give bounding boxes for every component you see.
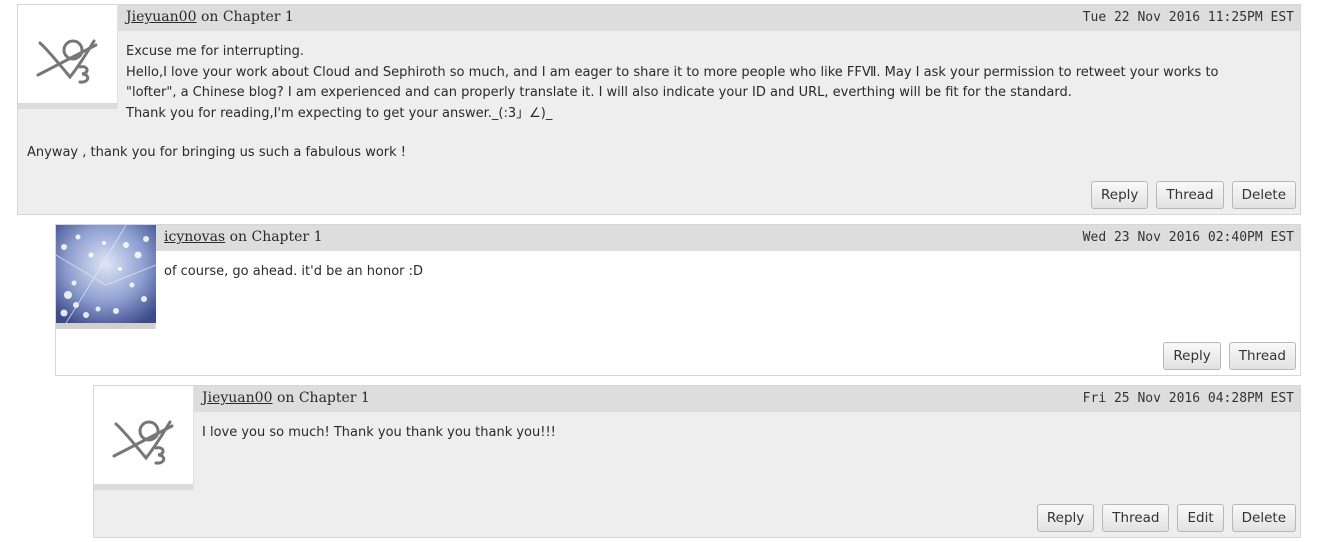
on-text: on xyxy=(276,390,295,406)
chapter-link[interactable]: Chapter 1 xyxy=(251,229,322,245)
comment-line: "lofter", a Chinese blog? I am experienc… xyxy=(126,85,1072,100)
comment-actions: Reply Thread Edit Delete xyxy=(1036,504,1296,532)
byline: Jieyuan00 on Chapter 1 xyxy=(202,390,370,406)
username-link[interactable]: Jieyuan00 xyxy=(202,390,272,406)
comment-body: of course, go ahead. it'd be an honor :D xyxy=(164,262,423,283)
thread-button[interactable]: Thread xyxy=(1228,342,1296,370)
comment-3: Jieyuan00 on Chapter 1 Fri 25 Nov 2016 0… xyxy=(93,385,1301,538)
comment-actions: Reply Thread Delete xyxy=(1091,181,1296,209)
comment-header: icynovas on Chapter 1 Wed 23 Nov 2016 02… xyxy=(156,225,1300,251)
comment-header: Jieyuan00 on Chapter 1 Tue 22 Nov 2016 1… xyxy=(118,5,1300,31)
comment-datetime: Wed 23 Nov 2016 02:40PM EST xyxy=(1082,230,1294,245)
comment-header: Jieyuan00 on Chapter 1 Fri 25 Nov 2016 0… xyxy=(194,386,1300,412)
reply-button[interactable]: Reply xyxy=(1163,342,1221,370)
comment-line: Hello,I love your work about Cloud and S… xyxy=(126,64,1219,80)
comment-line: Thank you for reading,I'm expecting to g… xyxy=(126,105,553,121)
thread-button[interactable]: Thread xyxy=(1156,181,1224,209)
comment-body: I love you so much! Thank you thank you … xyxy=(202,423,556,444)
on-text: on xyxy=(200,9,219,25)
reply-button[interactable]: Reply xyxy=(1091,181,1149,209)
default-avatar-icon xyxy=(112,420,174,465)
on-text: on xyxy=(229,229,248,245)
comment-line: Anyway , thank you for bringing us such … xyxy=(27,145,406,160)
delete-button[interactable]: Delete xyxy=(1231,181,1296,209)
comment-datetime: Fri 25 Nov 2016 04:28PM EST xyxy=(1082,391,1294,406)
avatar[interactable] xyxy=(94,386,194,490)
avatar[interactable] xyxy=(56,225,156,329)
avatar[interactable] xyxy=(18,5,118,109)
username-link[interactable]: Jieyuan00 xyxy=(126,9,196,25)
chapter-link[interactable]: Chapter 1 xyxy=(299,390,370,406)
edit-button[interactable]: Edit xyxy=(1177,504,1224,532)
comment-line: of course, go ahead. it'd be an honor :D xyxy=(164,264,424,279)
comment-line: I love you so much! Thank you thank you … xyxy=(202,425,556,440)
comment-actions: Reply Thread xyxy=(1163,342,1296,370)
comment-datetime: Tue 22 Nov 2016 11:25PM EST xyxy=(1082,10,1294,25)
comment-body: Excuse me for interrupting. Hello,I love… xyxy=(126,42,1219,124)
default-avatar-icon xyxy=(36,39,98,84)
blossom-avatar-image xyxy=(56,225,156,323)
byline: Jieyuan00 on Chapter 1 xyxy=(126,9,294,25)
thread-button[interactable]: Thread xyxy=(1102,504,1170,532)
comment-line: Excuse me for interrupting. xyxy=(126,44,305,59)
username-link[interactable]: icynovas xyxy=(164,229,225,245)
comment-2: icynovas on Chapter 1 Wed 23 Nov 2016 02… xyxy=(55,224,1301,376)
reply-button[interactable]: Reply xyxy=(1036,504,1095,532)
delete-button[interactable]: Delete xyxy=(1231,504,1296,532)
comment-1: Jieyuan00 on Chapter 1 Tue 22 Nov 2016 1… xyxy=(17,4,1301,215)
byline: icynovas on Chapter 1 xyxy=(164,229,322,245)
chapter-link[interactable]: Chapter 1 xyxy=(223,9,294,25)
comment-body-extra: Anyway , thank you for bringing us such … xyxy=(27,143,406,164)
